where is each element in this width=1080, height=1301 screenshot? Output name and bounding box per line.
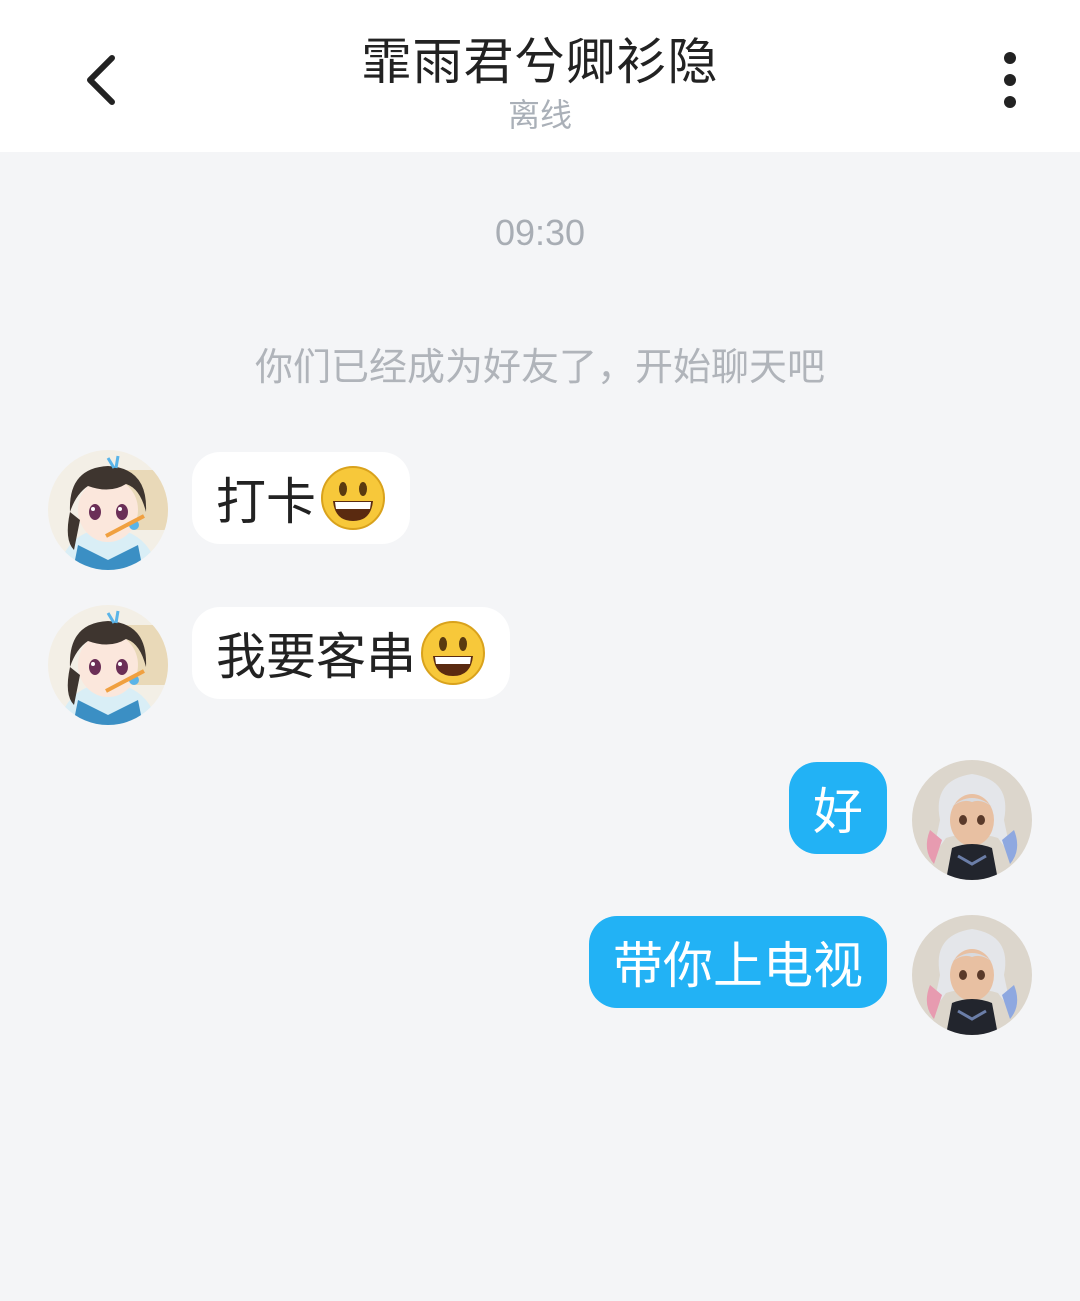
dot-icon <box>1004 74 1016 86</box>
chat-header: 霏雨君兮卿衫隐 离线 <box>0 0 1080 152</box>
contact-avatar[interactable] <box>48 450 168 570</box>
message-text: 我要客串 <box>216 628 416 686</box>
message-text: 打卡 <box>216 473 316 531</box>
message-timestamp: 09:30 <box>494 212 586 253</box>
contact-name: 霏雨君兮卿衫隐 <box>361 33 719 91</box>
contact-avatar[interactable] <box>48 605 168 725</box>
message-bubble-outgoing[interactable]: 带你上电视 <box>589 916 887 1008</box>
system-notice: 你们已经成为好友了，开始聊天吧 <box>254 345 825 389</box>
grinning-emoji-icon <box>320 465 386 531</box>
message-bubble-outgoing[interactable]: 好 <box>789 762 887 854</box>
message-bubble-incoming[interactable]: 我要客串 <box>192 607 510 699</box>
message-text: 带你上电视 <box>613 937 863 995</box>
my-avatar[interactable] <box>912 760 1032 880</box>
dot-icon <box>1004 96 1016 108</box>
message-text: 好 <box>813 783 863 841</box>
dot-icon <box>1004 52 1016 64</box>
contact-status: 离线 <box>507 96 572 134</box>
grinning-emoji-icon <box>420 620 486 686</box>
more-options-button[interactable] <box>980 42 1040 118</box>
message-bubble-incoming[interactable]: 打卡 <box>192 452 410 544</box>
my-avatar[interactable] <box>912 915 1032 1035</box>
